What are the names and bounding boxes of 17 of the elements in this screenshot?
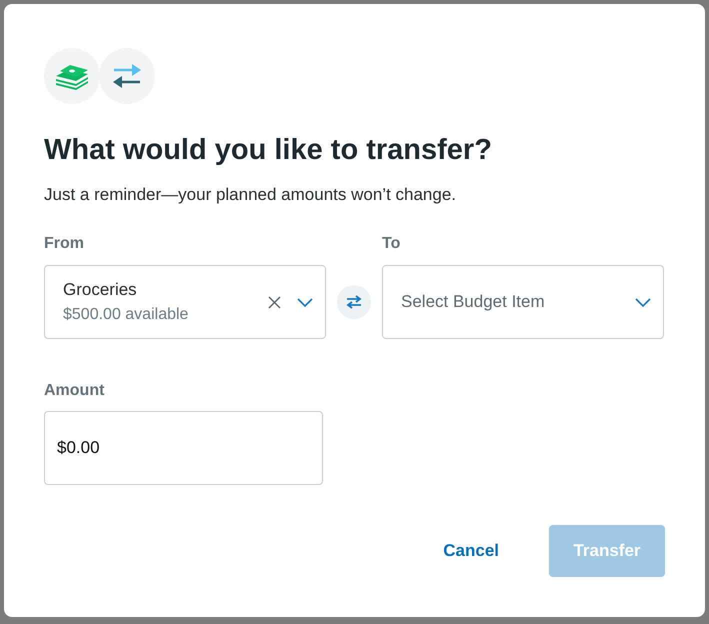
amount-input[interactable]: $0.00 (44, 411, 323, 485)
chevron-down-icon (297, 298, 313, 306)
swap-button[interactable] (337, 285, 371, 319)
chevron-down-icon (635, 298, 651, 306)
available-amount: $500.00 available (63, 305, 188, 325)
to-select[interactable]: Select Budget Item (382, 265, 664, 339)
select-placeholder: Select Budget Item (401, 291, 545, 313)
selected-category: Groceries (63, 279, 137, 301)
dialog-title: What would you like to transfer? (44, 133, 492, 167)
clear-icon[interactable] (268, 296, 281, 308)
dialog-subtitle: Just a reminder—your planned amounts won’t change. (44, 184, 456, 206)
cancel-button[interactable]: Cancel (443, 538, 499, 564)
swap-arrows-icon (346, 295, 362, 309)
to-label: To (382, 234, 400, 254)
amount-label: Amount (44, 381, 104, 401)
from-select[interactable]: Groceries $500.00 available (44, 265, 326, 339)
from-label: From (44, 234, 84, 254)
